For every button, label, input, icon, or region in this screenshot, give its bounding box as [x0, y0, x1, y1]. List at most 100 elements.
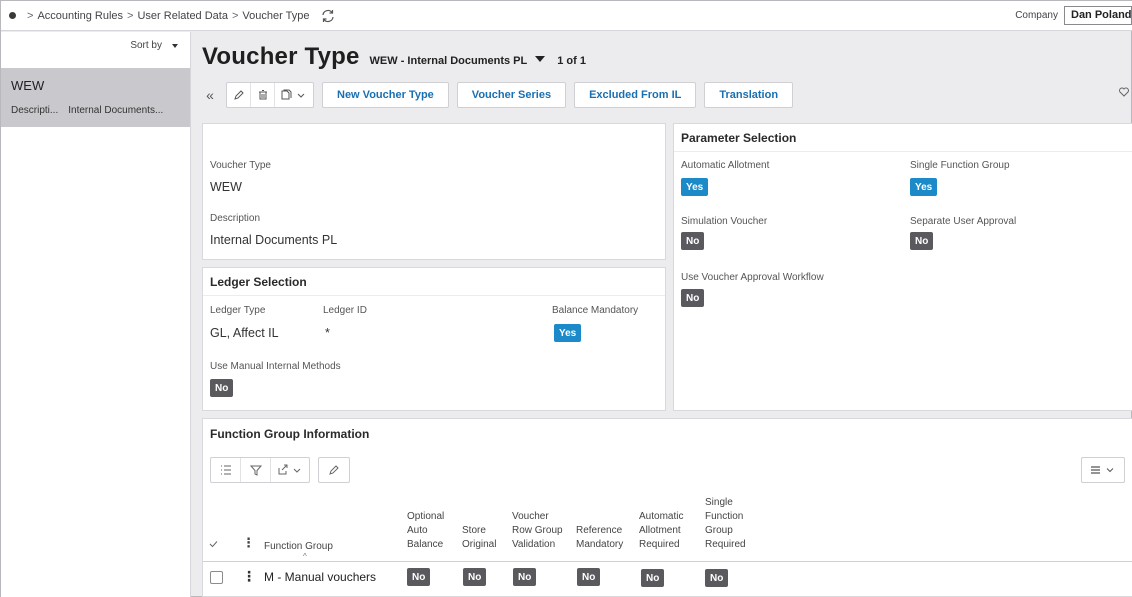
- record-selector[interactable]: WEW - Internal Documents PL: [370, 55, 528, 67]
- ledger-type-label: Ledger Type: [210, 305, 266, 316]
- manual-internal-methods-badge: No: [210, 379, 234, 397]
- list-item[interactable]: WEW Descripti... Internal Documents...: [1, 68, 190, 127]
- col-line: Row Group: [512, 525, 563, 536]
- col-line: Store: [462, 525, 486, 536]
- header-kebab-icon[interactable]: ⋮: [242, 536, 255, 550]
- list-item-desc-label: Descripti...: [11, 105, 59, 116]
- separate-user-approval-badge: No: [910, 232, 934, 250]
- edit-icon[interactable]: [227, 83, 251, 107]
- breadcrumb-item-accounting-rules[interactable]: Accounting Rules: [37, 10, 123, 22]
- company-field[interactable]: Dan Poland: [1064, 6, 1132, 25]
- translation-button[interactable]: Translation: [704, 82, 794, 108]
- export-dropdown-icon[interactable]: [271, 458, 309, 482]
- approval-workflow-label: Use Voucher Approval Workflow: [681, 272, 824, 283]
- voucher-type-label: Voucher Type: [210, 160, 271, 171]
- col-line: Required: [639, 539, 680, 550]
- header-divider: [203, 561, 1132, 562]
- excluded-from-il-button[interactable]: Excluded From IL: [574, 82, 697, 108]
- home-icon[interactable]: [9, 12, 16, 19]
- row-kebab-icon[interactable]: ⋮: [242, 568, 256, 585]
- list-item-description: Descripti... Internal Documents...: [11, 105, 173, 116]
- manual-internal-methods-label: Use Manual Internal Methods: [210, 361, 341, 372]
- balance-mandatory-label: Balance Mandatory: [552, 305, 639, 316]
- table-toolbar: [210, 457, 350, 483]
- table-actions-group: [210, 457, 310, 483]
- automatic-allotment-label: Automatic Allotment: [681, 160, 770, 171]
- command-toolbar: « New Voucher Type Voucher Series Exclud…: [202, 82, 794, 108]
- col-line: Allotment: [639, 525, 681, 536]
- col-line: Function: [705, 511, 744, 522]
- new-voucher-type-button[interactable]: New Voucher Type: [322, 82, 449, 108]
- collapse-panel-icon[interactable]: «: [202, 83, 218, 107]
- col-line: Group: [705, 525, 733, 536]
- company-selector: Company Dan Poland: [1015, 6, 1132, 25]
- delete-icon[interactable]: [251, 83, 275, 107]
- list-item-desc-value: Internal Documents...: [68, 105, 164, 116]
- record-count: 1 of 1: [557, 55, 586, 67]
- col-voucher-row-group-validation[interactable]: Voucher Row Group Validation: [512, 510, 563, 552]
- breadcrumb-item-voucher-type: Voucher Type: [242, 9, 310, 22]
- refresh-icon[interactable]: [320, 8, 336, 24]
- cell-optional-auto-balance: No: [407, 568, 431, 586]
- col-line: Original: [462, 539, 497, 550]
- balance-mandatory-badge: Yes: [554, 324, 582, 342]
- caret-down-icon[interactable]: [535, 56, 546, 62]
- approval-workflow-badge: No: [681, 289, 705, 307]
- general-card: Voucher Type WEW Description Internal Do…: [202, 123, 666, 260]
- col-store-original[interactable]: Store Original: [462, 524, 496, 552]
- sort-by-label: Sort by: [130, 40, 162, 51]
- caret-down-icon: [172, 43, 178, 48]
- ledger-id-label: Ledger ID: [323, 305, 367, 316]
- col-line: Automatic: [639, 511, 684, 522]
- ledger-selection-title: Ledger Selection: [203, 268, 665, 296]
- record-actions-group: [226, 82, 314, 108]
- automatic-allotment-badge: Yes: [681, 178, 709, 196]
- row-checkbox[interactable]: [210, 571, 223, 584]
- cell-automatic-allotment-required: No: [641, 569, 665, 587]
- page-header: Voucher Type WEW - Internal Documents PL…: [202, 43, 586, 71]
- voucher-series-button[interactable]: Voucher Series: [456, 82, 567, 108]
- separate-user-approval-label: Separate User Approval: [910, 216, 1017, 227]
- column-settings-icon[interactable]: [1081, 457, 1125, 483]
- select-all-icon[interactable]: [209, 539, 218, 553]
- chevron-right-icon: >: [127, 9, 134, 22]
- heart-icon[interactable]: [1119, 87, 1129, 100]
- col-single-function-group-required[interactable]: Single Function Group Required: [705, 496, 746, 552]
- col-line: Validation: [512, 539, 556, 550]
- single-function-group-badge: Yes: [910, 178, 938, 196]
- cell-function-group: M - Manual vouchers: [264, 570, 377, 584]
- col-reference-mandatory[interactable]: Reference Mandatory: [576, 524, 623, 552]
- copy-dropdown-icon[interactable]: [275, 83, 313, 107]
- description-value: Internal Documents PL: [210, 233, 338, 247]
- filter-icon[interactable]: [241, 458, 271, 482]
- page-title: Voucher Type: [202, 43, 360, 70]
- record-list-panel: Sort by WEW Descripti... Internal Documen…: [1, 32, 191, 597]
- breadcrumb-item-user-related-data[interactable]: User Related Data: [137, 10, 228, 22]
- breadcrumb: > Accounting Rules > User Related Data >…: [1, 8, 336, 24]
- col-line: Voucher: [512, 511, 549, 522]
- single-function-group-label: Single Function Group: [910, 160, 1010, 171]
- col-line: Single: [705, 497, 733, 508]
- cell-reference-mandatory: No: [577, 568, 601, 586]
- app-frame: > Accounting Rules > User Related Data >…: [0, 0, 1132, 597]
- top-bar: > Accounting Rules > User Related Data >…: [1, 1, 1132, 31]
- cell-single-function-group-required: No: [705, 569, 729, 587]
- col-line: Optional: [407, 511, 445, 522]
- col-function-group[interactable]: Function Group: [264, 540, 333, 554]
- col-automatic-allotment-required[interactable]: Automatic Allotment Required: [639, 510, 683, 552]
- parameter-selection-card: Parameter Selection Automatic Allotment …: [673, 123, 1132, 411]
- function-group-card: Function Group Information ⋮ Function Gr…: [202, 418, 1132, 597]
- col-line: Balance: [407, 539, 444, 550]
- col-optional-auto-balance[interactable]: Optional Auto Balance: [407, 510, 444, 552]
- chevron-right-icon: >: [27, 9, 34, 22]
- chevron-right-icon: >: [231, 9, 239, 22]
- list-view-icon[interactable]: [211, 458, 241, 482]
- company-label: Company: [1015, 10, 1058, 21]
- parameter-selection-title: Parameter Selection: [674, 124, 1132, 152]
- sort-by-dropdown[interactable]: Sort by: [130, 40, 178, 51]
- col-line: Mandatory: [576, 539, 624, 550]
- edit-row-icon[interactable]: [318, 457, 350, 483]
- cell-voucher-row-group-validation: No: [513, 568, 537, 586]
- col-line: Reference: [576, 525, 623, 536]
- function-group-title: Function Group Information: [210, 427, 370, 441]
